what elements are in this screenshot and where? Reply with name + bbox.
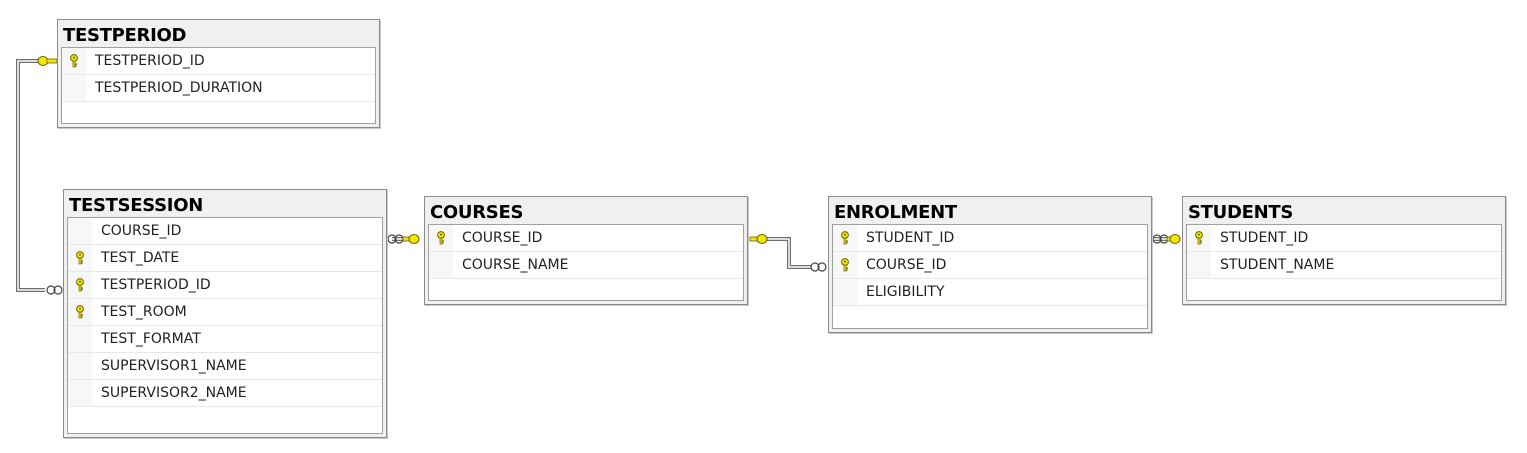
column-name: TEST_ROOM	[101, 304, 187, 320]
one-end-key-connector-icon	[402, 234, 420, 244]
key-icon	[1194, 231, 1204, 245]
key-cell	[62, 75, 86, 101]
key-cell	[68, 218, 92, 244]
column-name: STUDENT_ID	[866, 230, 955, 246]
key-icon	[840, 258, 850, 272]
key-cell	[429, 225, 453, 251]
column-name: COURSE_ID	[462, 230, 543, 246]
key-cell	[68, 299, 92, 325]
column-row[interactable]: COURSE_NAME	[429, 252, 743, 279]
table-title: STUDENTS	[1188, 202, 1294, 223]
column-name: STUDENT_NAME	[1220, 257, 1335, 273]
key-cell	[429, 252, 453, 278]
key-cell	[833, 225, 857, 251]
column-name: ELIGIBILITY	[866, 284, 945, 300]
table-columns: STUDENT_ID STUDENT_NAME	[1186, 224, 1502, 301]
column-name: STUDENT_ID	[1220, 230, 1309, 246]
column-row[interactable]: SUPERVISOR2_NAME	[68, 380, 382, 407]
table-enrolment[interactable]: ENROLMENT STUDENT_ID COURSE_ID ELIGIBILI…	[828, 196, 1152, 333]
column-name: SUPERVISOR1_NAME	[101, 358, 247, 374]
key-cell	[68, 380, 92, 406]
column-name: COURSE_ID	[101, 223, 182, 239]
table-columns: COURSE_ID COURSE_NAME	[428, 224, 744, 301]
relationship-students-enrolment[interactable]	[1152, 234, 1181, 244]
one-end-key-connector-icon	[749, 234, 768, 244]
column-row[interactable]: STUDENT_NAME	[1187, 252, 1501, 279]
column-row[interactable]: STUDENT_ID	[833, 225, 1147, 252]
table-students[interactable]: STUDENTS STUDENT_ID STUDENT_NAME	[1182, 196, 1506, 305]
key-cell	[1187, 252, 1211, 278]
table-columns: TESTPERIOD_ID TESTPERIOD_DURATION	[61, 47, 376, 124]
column-name: COURSE_NAME	[462, 257, 569, 273]
column-name: TESTPERIOD_ID	[95, 53, 205, 69]
column-name: TEST_FORMAT	[101, 331, 201, 347]
column-row[interactable]: ELIGIBILITY	[833, 279, 1147, 306]
key-cell	[68, 326, 92, 352]
column-row[interactable]: TEST_ROOM	[68, 299, 382, 326]
column-name: TEST_DATE	[101, 250, 180, 266]
relationship-courses-enrolment[interactable]	[749, 234, 827, 272]
table-courses[interactable]: COURSES COURSE_ID COURSE_NAME	[424, 196, 748, 305]
table-title: ENROLMENT	[834, 202, 957, 223]
column-row[interactable]: COURSE_ID	[833, 252, 1147, 279]
column-row[interactable]: COURSE_ID	[429, 225, 743, 252]
many-end-infinity-icon	[810, 262, 827, 272]
key-icon	[75, 305, 85, 319]
column-name: SUPERVISOR2_NAME	[101, 385, 247, 401]
relationship-testperiod-testsession[interactable]	[16, 56, 63, 295]
column-row[interactable]: SUPERVISOR1_NAME	[68, 353, 382, 380]
key-cell	[833, 279, 857, 305]
column-row[interactable]: TESTPERIOD_DURATION	[62, 75, 375, 102]
table-title: COURSES	[430, 202, 524, 223]
column-row[interactable]: STUDENT_ID	[1187, 225, 1501, 252]
column-row[interactable]: TESTPERIOD_ID	[68, 272, 382, 299]
key-cell	[1187, 225, 1211, 251]
one-end-key-connector-icon	[37, 56, 58, 66]
key-cell	[68, 353, 92, 379]
table-title: TESTSESSION	[69, 195, 203, 216]
many-end-infinity-icon	[46, 285, 63, 295]
column-row[interactable]: TEST_FORMAT	[68, 326, 382, 353]
column-name: TESTPERIOD_ID	[101, 277, 211, 293]
key-icon	[840, 231, 850, 245]
key-cell	[68, 245, 92, 271]
key-icon	[69, 54, 79, 68]
column-name: COURSE_ID	[866, 257, 947, 273]
column-row[interactable]: TEST_DATE	[68, 245, 382, 272]
relationship-courses-testsession[interactable]	[387, 234, 420, 244]
key-cell	[68, 272, 92, 298]
column-row[interactable]: TESTPERIOD_ID	[62, 48, 375, 75]
table-testperiod[interactable]: TESTPERIOD TESTPERIOD_ID TESTPERIOD_DURA…	[57, 19, 380, 128]
table-testsession[interactable]: TESTSESSION COURSE_ID TEST_DATE TESTPERI…	[63, 189, 387, 438]
key-icon	[436, 231, 446, 245]
one-end-key-connector-icon	[1166, 234, 1181, 244]
column-name: TESTPERIOD_DURATION	[95, 80, 263, 96]
key-icon	[75, 278, 85, 292]
key-icon	[75, 251, 85, 265]
table-columns: COURSE_ID TEST_DATE TESTPERIOD_ID TEST_R…	[67, 217, 383, 434]
key-cell	[62, 48, 86, 74]
column-row[interactable]: COURSE_ID	[68, 218, 382, 245]
table-title: TESTPERIOD	[63, 25, 187, 46]
table-columns: STUDENT_ID COURSE_ID ELIGIBILITY	[832, 224, 1148, 329]
key-cell	[833, 252, 857, 278]
